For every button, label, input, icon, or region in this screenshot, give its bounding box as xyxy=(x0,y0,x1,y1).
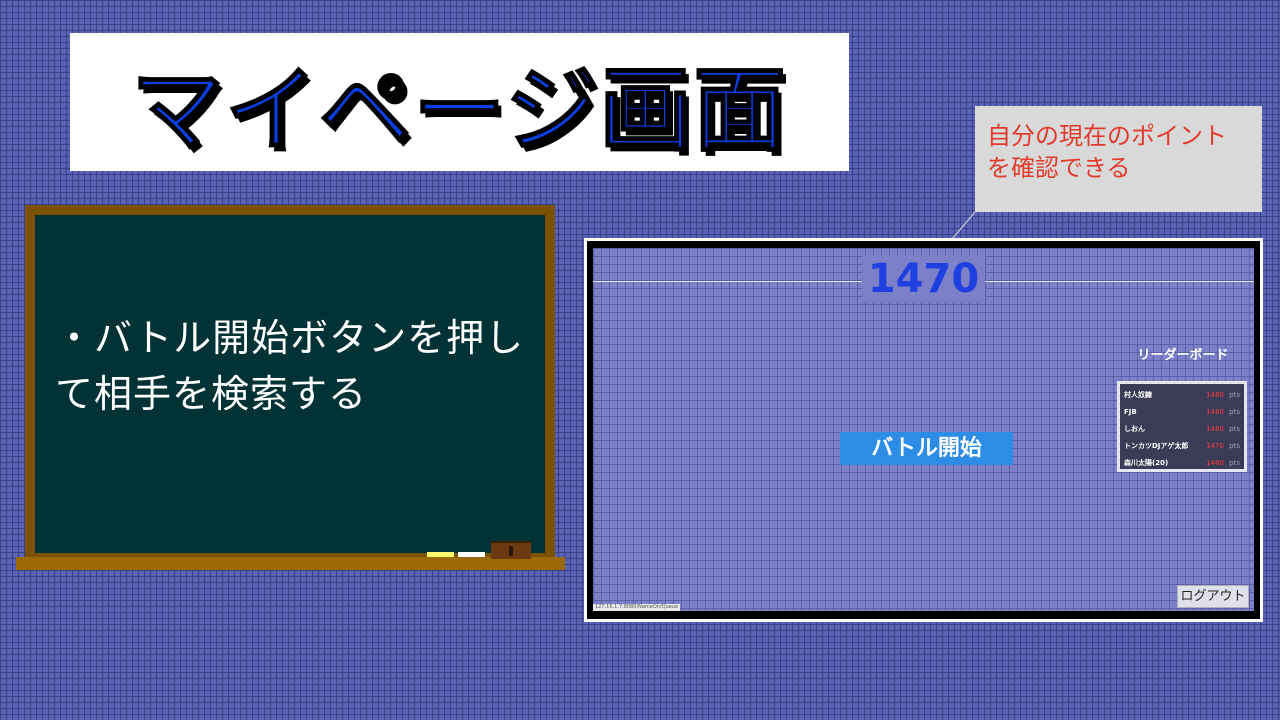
leaderboard-unit: pts xyxy=(1229,424,1240,433)
leaderboard-unit: pts xyxy=(1229,458,1240,467)
leaderboard-row: トンカツDJアゲ太郎 1470 pts xyxy=(1124,437,1240,454)
blackboard-surface: ・バトル開始ボタンを押して相手を検索する xyxy=(35,215,545,553)
screenshot-border: 1470 バトル開始 リーダーボード 村人奴隷 1480 pts FJB 148… xyxy=(587,241,1260,619)
mypage-screen: 1470 バトル開始 リーダーボード 村人奴隷 1480 pts FJB 148… xyxy=(593,248,1254,611)
leaderboard-score: 1480 xyxy=(1206,407,1224,416)
leaderboard-name: トンカツDJアゲ太郎 xyxy=(1124,441,1189,450)
leaderboard-score: 1480 xyxy=(1206,424,1224,433)
leaderboard-name: 村人奴隷 xyxy=(1124,390,1152,399)
blackboard: ・バトル開始ボタンを押して相手を検索する xyxy=(25,205,555,563)
yellow-chalk-icon xyxy=(427,552,454,557)
leaderboard-name: 森川太陽(20) xyxy=(1124,458,1169,467)
leaderboard-score: 1460 xyxy=(1206,458,1224,467)
leaderboard-unit: pts xyxy=(1229,390,1240,399)
white-chalk-icon xyxy=(458,552,485,557)
blackboard-ledge xyxy=(16,557,565,570)
leaderboard-score: 1470 xyxy=(1206,441,1224,450)
eraser-icon xyxy=(491,541,531,559)
battle-start-button[interactable]: バトル開始 xyxy=(840,432,1013,465)
leaderboard-score: 1480 xyxy=(1206,390,1224,399)
leaderboard-row: 森川太陽(20) 1460 pts xyxy=(1124,454,1240,471)
blackboard-text: ・バトル開始ボタンを押して相手を検索する xyxy=(55,316,525,416)
page-title: マイページ画面 xyxy=(130,56,788,165)
title-banner: マイページ画面 xyxy=(70,33,849,171)
leaderboard-unit: pts xyxy=(1229,407,1240,416)
leaderboard-row: しおん 1480 pts xyxy=(1124,420,1240,437)
callout-text: 自分の現在のポイントを確認できる xyxy=(987,122,1227,182)
leaderboard-unit: pts xyxy=(1229,441,1240,450)
leaderboard-name: しおん xyxy=(1124,424,1145,433)
leaderboard-row: 村人奴隷 1480 pts xyxy=(1124,386,1240,403)
leaderboard-row: FJB 1480 pts xyxy=(1124,403,1240,420)
callout-note: 自分の現在のポイントを確認できる xyxy=(975,106,1262,212)
logout-button[interactable]: ログアウト xyxy=(1177,585,1249,608)
leaderboard-title: リーダーボード xyxy=(1137,348,1229,363)
leaderboard: 村人奴隷 1480 pts FJB 1480 pts しおん 1480 pts … xyxy=(1117,381,1247,472)
points-value: 1470 xyxy=(861,256,986,302)
leaderboard-name: FJB xyxy=(1124,407,1137,416)
status-url: 127.16.1.7:8080/NameOn/Queue xyxy=(593,604,681,611)
screenshot-frame: 1470 バトル開始 リーダーボード 村人奴隷 1480 pts FJB 148… xyxy=(584,238,1263,622)
points-display: 1470 xyxy=(593,256,1254,302)
